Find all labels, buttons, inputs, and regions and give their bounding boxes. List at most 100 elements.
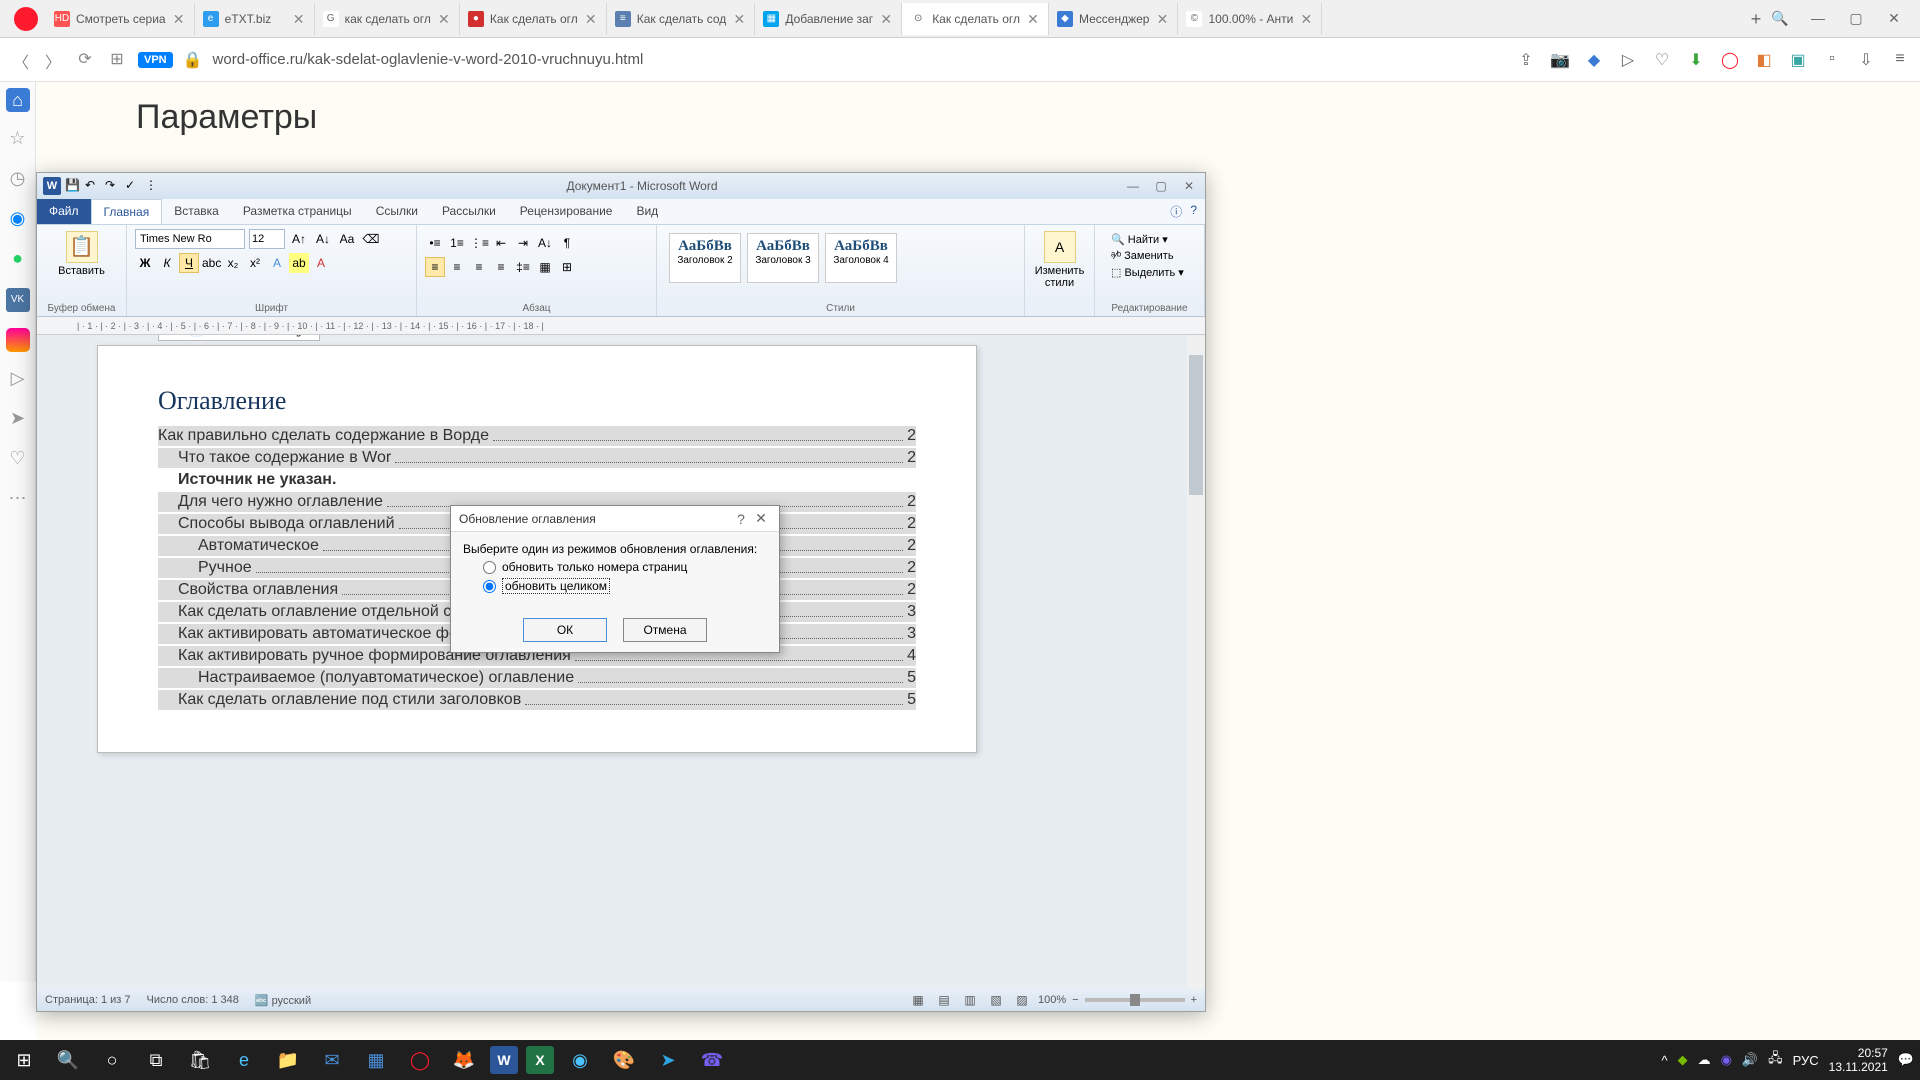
- new-tab-button[interactable]: +: [1744, 7, 1768, 31]
- messenger-icon[interactable]: ◉: [6, 208, 30, 232]
- tab-close-icon[interactable]: ✕: [879, 12, 893, 26]
- heart-icon[interactable]: ♡: [6, 448, 30, 472]
- explorer-icon[interactable]: 📁: [270, 1042, 306, 1078]
- replace-button[interactable]: ᵃ⁄ᵇ Заменить: [1111, 250, 1188, 262]
- tray-icon[interactable]: ◉: [1721, 1052, 1732, 1068]
- radio-pages-only[interactable]: обновить только номера страниц: [483, 560, 767, 574]
- opera-icon[interactable]: ◯: [402, 1042, 438, 1078]
- tab-close-icon[interactable]: ✕: [1299, 12, 1313, 26]
- status-words[interactable]: Число слов: 1 348: [147, 994, 239, 1006]
- browser-tab[interactable]: ◆Мессенджер✕: [1049, 3, 1178, 35]
- tab-close-icon[interactable]: ✕: [172, 12, 186, 26]
- home-icon[interactable]: ⌂: [6, 88, 30, 112]
- help-icon[interactable]: ?: [731, 511, 751, 527]
- opera-logo[interactable]: [14, 7, 38, 31]
- help-icon[interactable]: ?: [1190, 203, 1197, 220]
- word-icon[interactable]: W: [43, 177, 61, 195]
- tab-close-icon[interactable]: ✕: [732, 12, 746, 26]
- underline-icon[interactable]: Ч: [179, 253, 199, 273]
- word-icon[interactable]: W: [490, 1046, 518, 1074]
- lock-icon[interactable]: 🔒: [183, 50, 203, 70]
- find-button[interactable]: 🔍 Найти ▾: [1111, 233, 1188, 246]
- multilevel-icon[interactable]: ⋮≡: [469, 233, 489, 253]
- numbering-icon[interactable]: 1≡: [447, 233, 467, 253]
- bold-icon[interactable]: Ж: [135, 253, 155, 273]
- view-print-icon[interactable]: ▦: [908, 990, 928, 1010]
- task-view-icon[interactable]: ⧉: [138, 1042, 174, 1078]
- search-icon[interactable]: 🔍: [50, 1042, 86, 1078]
- word1-titlebar[interactable]: W 💾 ↶ ↷ ✓ ⋮ Документ1 - Microsoft Word —…: [37, 173, 1205, 199]
- url-text[interactable]: word-office.ru/kak-sdelat-oglavlenie-v-w…: [213, 51, 1506, 68]
- font-size-box[interactable]: [249, 229, 285, 249]
- browser-tab[interactable]: ●Как сделать огл✕: [460, 3, 607, 35]
- pilcrow-icon[interactable]: ¶: [557, 233, 577, 253]
- toc-entry[interactable]: Как сделать оглавление под стили заголов…: [158, 690, 916, 710]
- indent-dec-icon[interactable]: ⇤: [491, 233, 511, 253]
- view-outline-icon[interactable]: ▧: [986, 990, 1006, 1010]
- sort-icon[interactable]: A↓: [535, 233, 555, 253]
- ribbon-tab[interactable]: Ссылки: [364, 199, 430, 224]
- minimize-icon[interactable]: —: [1123, 179, 1143, 193]
- font-shrink-icon[interactable]: A↓: [313, 229, 333, 249]
- reload-button[interactable]: ⟳: [74, 49, 96, 71]
- tray-icon[interactable]: ^: [1661, 1053, 1667, 1068]
- nvidia-icon[interactable]: ◆: [1678, 1052, 1688, 1068]
- zoom-out-icon[interactable]: −: [1072, 994, 1078, 1006]
- tab-close-icon[interactable]: ✕: [292, 12, 306, 26]
- minimize-icon[interactable]: —: [1806, 10, 1830, 27]
- select-button[interactable]: ⬚ Выделить ▾: [1111, 266, 1188, 279]
- style-item[interactable]: АаБбВвЗаголовок 3: [747, 233, 819, 283]
- star-icon[interactable]: ☆: [6, 128, 30, 152]
- extension-icon[interactable]: ◧: [1754, 50, 1774, 70]
- opera-icon[interactable]: ◯: [1720, 50, 1740, 70]
- style-item[interactable]: АаБбВвЗаголовок 4: [825, 233, 897, 283]
- justify-icon[interactable]: ≡: [491, 257, 511, 277]
- zoom-in-icon[interactable]: +: [1191, 994, 1197, 1006]
- browser-tab[interactable]: ≡Как сделать сод✕: [607, 3, 756, 35]
- style-item[interactable]: АаБбВвЗаголовок 2: [669, 233, 741, 283]
- maximize-icon[interactable]: ▢: [1844, 10, 1868, 27]
- toc-entry[interactable]: Что такое содержание в Wor2: [158, 448, 916, 468]
- status-page[interactable]: Страница: 1 из 7: [45, 994, 131, 1006]
- snapshot-icon[interactable]: 📷: [1550, 50, 1570, 70]
- dialog-titlebar[interactable]: Обновление оглавления ? ✕: [451, 506, 779, 532]
- ribbon-tab[interactable]: Вставка: [162, 199, 231, 224]
- change-styles-button[interactable]: AИзменить стили: [1033, 229, 1086, 291]
- zoom-slider[interactable]: [1085, 998, 1185, 1002]
- ribbon-tab[interactable]: Рецензирование: [508, 199, 625, 224]
- start-button[interactable]: ⊞: [6, 1042, 42, 1078]
- view-read-icon[interactable]: ▤: [934, 990, 954, 1010]
- edge2-icon[interactable]: ◉: [562, 1042, 598, 1078]
- lang-indicator[interactable]: РУС: [1793, 1053, 1819, 1068]
- text-effects-icon[interactable]: A: [267, 253, 287, 273]
- close-icon[interactable]: ✕: [1882, 10, 1906, 27]
- toc-update-tab[interactable]: ⋮ ▾ 📄 Обновить таблицу...: [158, 335, 320, 341]
- heart-icon[interactable]: ♡: [1652, 50, 1672, 70]
- easy-setup-icon[interactable]: ⇩: [1856, 50, 1876, 70]
- network-icon[interactable]: 🖧: [1768, 1049, 1783, 1071]
- ribbon-tab[interactable]: Рассылки: [430, 199, 508, 224]
- vk-icon[interactable]: VK: [6, 288, 30, 312]
- tab-close-icon[interactable]: ✕: [584, 12, 598, 26]
- search-icon[interactable]: 🔍: [1768, 10, 1792, 27]
- ribbon-tab[interactable]: Вид: [624, 199, 670, 224]
- align-right-icon[interactable]: ≡: [469, 257, 489, 277]
- store-icon[interactable]: 🛍: [182, 1042, 218, 1078]
- instagram-icon[interactable]: [6, 328, 30, 352]
- tab-close-icon[interactable]: ✕: [437, 12, 451, 26]
- ribbon-tab[interactable]: Главная: [91, 199, 163, 224]
- browser-tab[interactable]: ⊙Как сделать огл✕: [902, 3, 1049, 35]
- toc-entry[interactable]: Настраиваемое (полуавтоматическое) оглав…: [158, 668, 916, 688]
- browser-tab[interactable]: Gкак сделать огл✕: [315, 3, 460, 35]
- subscript-icon[interactable]: x₂: [223, 253, 243, 273]
- close-icon[interactable]: ✕: [1179, 179, 1199, 193]
- word1-doc-area[interactable]: ⋮ ▾ 📄 Обновить таблицу... Оглавление Как…: [37, 335, 1205, 989]
- clock[interactable]: 20:5713.11.2021: [1829, 1046, 1888, 1075]
- cancel-button[interactable]: Отмена: [623, 618, 707, 642]
- app2-icon[interactable]: 🎨: [606, 1042, 642, 1078]
- cortana-icon[interactable]: ○: [94, 1042, 130, 1078]
- line-spacing-icon[interactable]: ‡≡: [513, 257, 533, 277]
- scrollbar-vertical[interactable]: [1187, 335, 1205, 989]
- strike-icon[interactable]: abc: [201, 253, 221, 273]
- ribbon-tab[interactable]: Файл: [37, 199, 91, 224]
